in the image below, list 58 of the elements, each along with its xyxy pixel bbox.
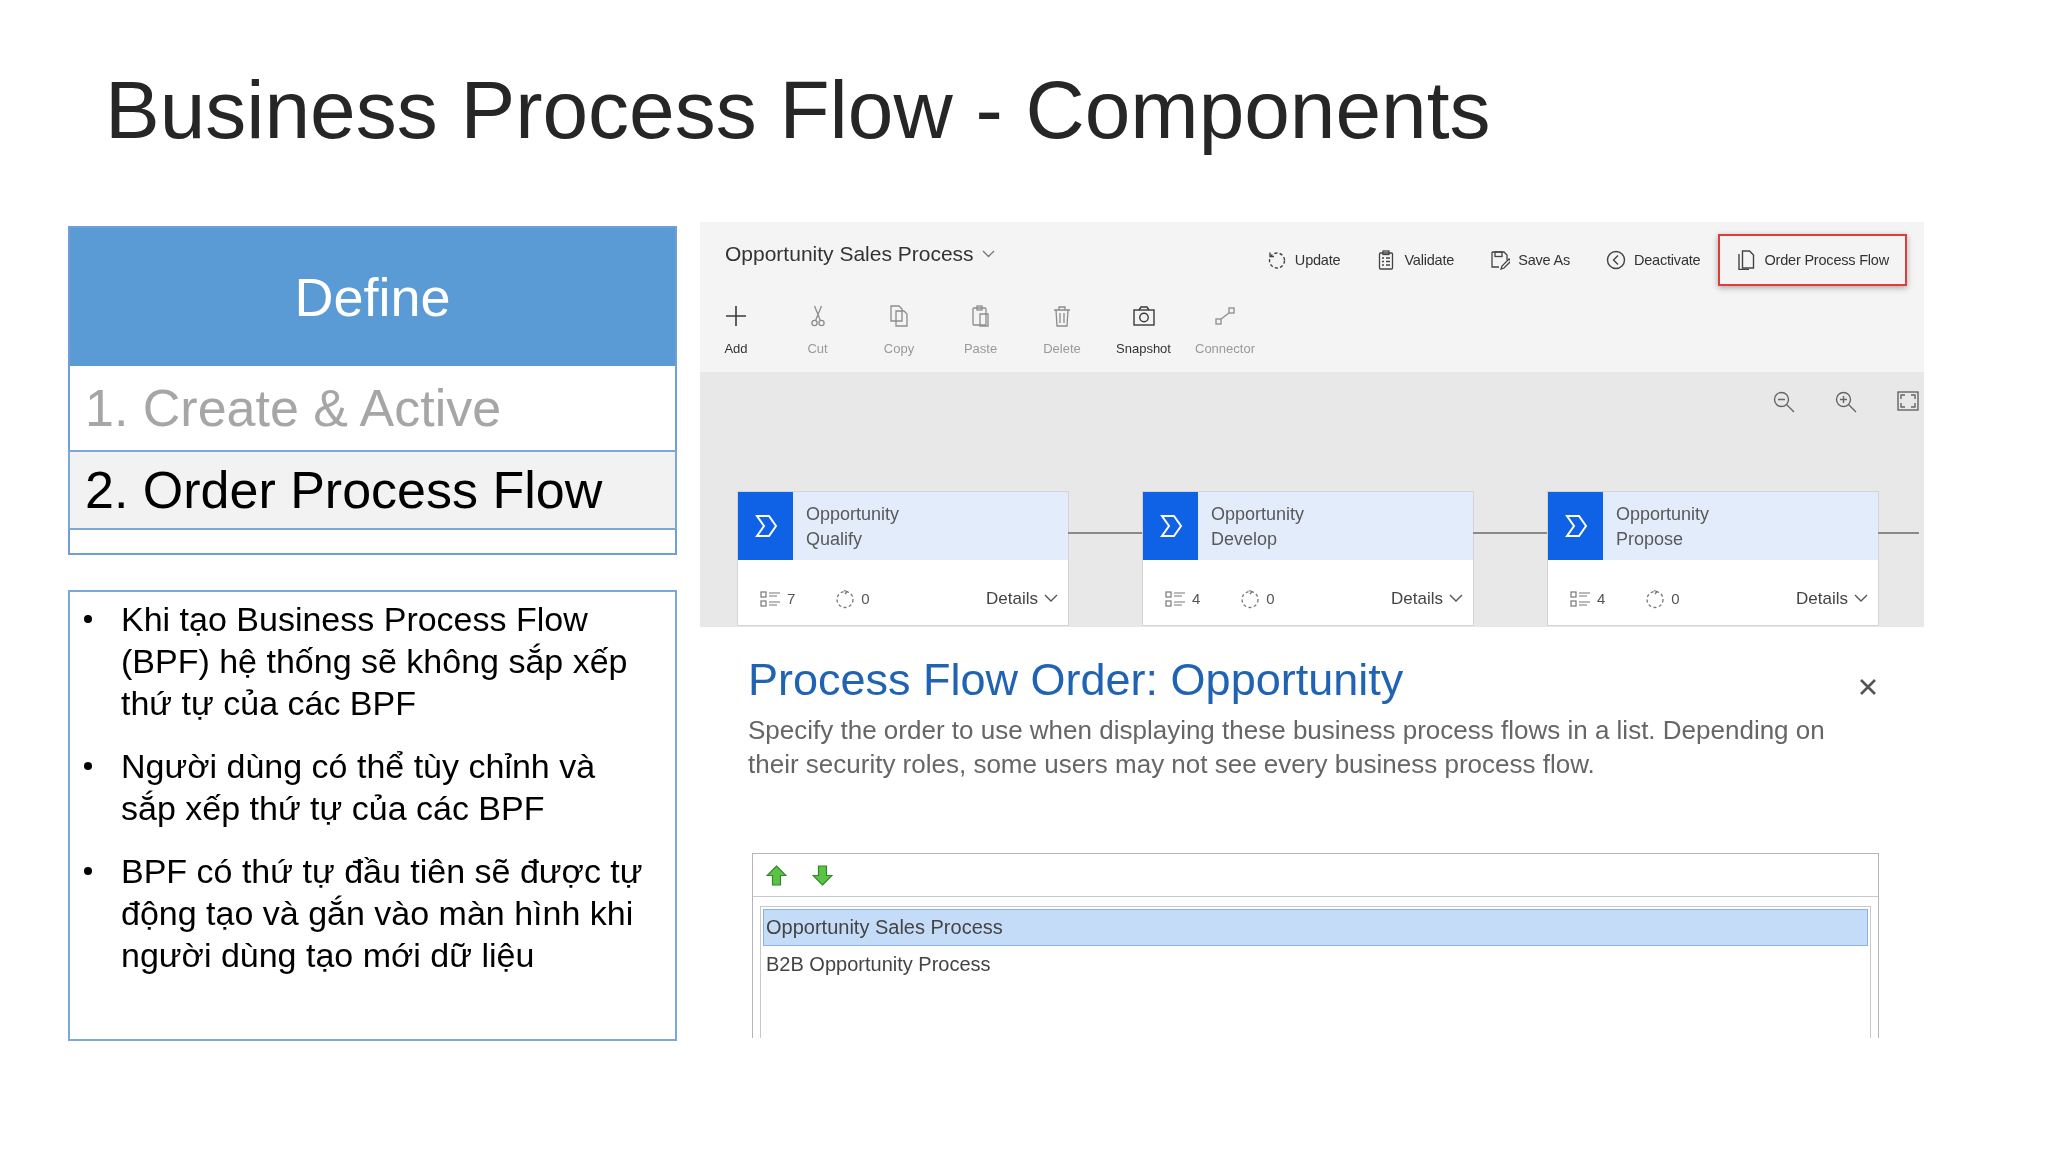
dashed-circle-icon	[1645, 588, 1666, 609]
conditions-count: 0	[1266, 590, 1275, 607]
dashed-circle-icon	[835, 588, 856, 609]
chevron-down-icon	[1449, 594, 1463, 603]
camera-icon	[1131, 304, 1156, 328]
bullet-text: BPF có thứ tự đầu tiên sẽ được tự động tạo và gắn vào màn hình khi người dùng tạo mới dữ liệu	[121, 851, 644, 976]
toolbar-button[interactable]: Save As	[1472, 234, 1588, 286]
documents-icon	[1736, 250, 1757, 270]
details-button[interactable]: Details	[986, 588, 1058, 609]
bullet-icon	[84, 762, 92, 770]
up-arrow-icon[interactable]	[766, 864, 787, 886]
chevron-down-icon	[1044, 594, 1058, 603]
stage-name: Opportunity Develop	[1211, 503, 1306, 551]
process-dropdown[interactable]: Opportunity Sales Process	[725, 242, 995, 266]
checklist-icon	[760, 590, 781, 607]
close-icon[interactable]	[1859, 678, 1877, 696]
stage-name: Opportunity Qualify	[806, 503, 901, 551]
fit-screen-icon[interactable]	[1897, 391, 1919, 411]
circle-chevron-left-icon	[1605, 250, 1626, 270]
conditions-count: 0	[1671, 590, 1680, 607]
steps-count: 7	[787, 590, 796, 607]
dialog-title: Process Flow Order: Opportunity	[748, 653, 1404, 707]
steps-count: 4	[1597, 590, 1606, 607]
checklist-icon	[1165, 590, 1186, 607]
chevron-down-icon	[981, 250, 995, 258]
checklist-icon	[1570, 590, 1591, 607]
toolbar-button[interactable]: Deactivate	[1587, 234, 1719, 286]
stage-name: Opportunity Propose	[1616, 503, 1711, 551]
bullet-icon	[84, 615, 92, 623]
steps-count: 4	[1192, 590, 1201, 607]
connector-line	[1878, 532, 1919, 534]
bullet-icon	[84, 867, 92, 875]
down-arrow-icon[interactable]	[812, 864, 833, 886]
dashed-circle-icon	[1240, 588, 1261, 609]
chevron-down-icon	[1854, 594, 1868, 603]
refresh-icon	[1266, 250, 1287, 270]
bullet-text: Khi tạo Business Process Flow (BPF) hệ thống sẽ không sắp xếp thứ tự của các BPF	[121, 599, 629, 724]
tool-button[interactable]: Snapshot	[1107, 300, 1180, 356]
toolbar-button[interactable]: Order Process Flow	[1718, 234, 1907, 286]
toolbar-button[interactable]: Update	[1248, 234, 1359, 286]
define-header: Define	[70, 228, 675, 366]
save-pencil-icon	[1490, 250, 1511, 270]
dialog-description: Specify the order to use when displaying these business process flows in a list. Depending on their security roles, some users may not see every business process flow.	[748, 714, 1826, 781]
copy-icon	[887, 304, 911, 328]
process-list-item[interactable]: Opportunity Sales Process	[763, 909, 1868, 946]
zoom-in-icon[interactable]	[1835, 391, 1857, 413]
bullet-text: Người dùng có thể tùy chỉnh và sắp xếp thứ tự của các BPF	[121, 746, 597, 829]
details-button[interactable]: Details	[1796, 588, 1868, 609]
zoom-out-icon[interactable]	[1773, 391, 1795, 413]
tool-button[interactable]: Add	[700, 300, 772, 356]
connector-icon	[1213, 304, 1237, 328]
details-button[interactable]: Details	[1391, 588, 1463, 609]
toolbar-button[interactable]: Validate	[1358, 234, 1473, 286]
process-list-item[interactable]: B2B Opportunity Process	[763, 946, 1868, 983]
step-item: 2. Order Process Flow	[68, 450, 677, 530]
plus-icon	[724, 304, 748, 328]
step-item: 1. Create & Active	[84, 378, 503, 439]
conditions-count: 0	[861, 590, 870, 607]
